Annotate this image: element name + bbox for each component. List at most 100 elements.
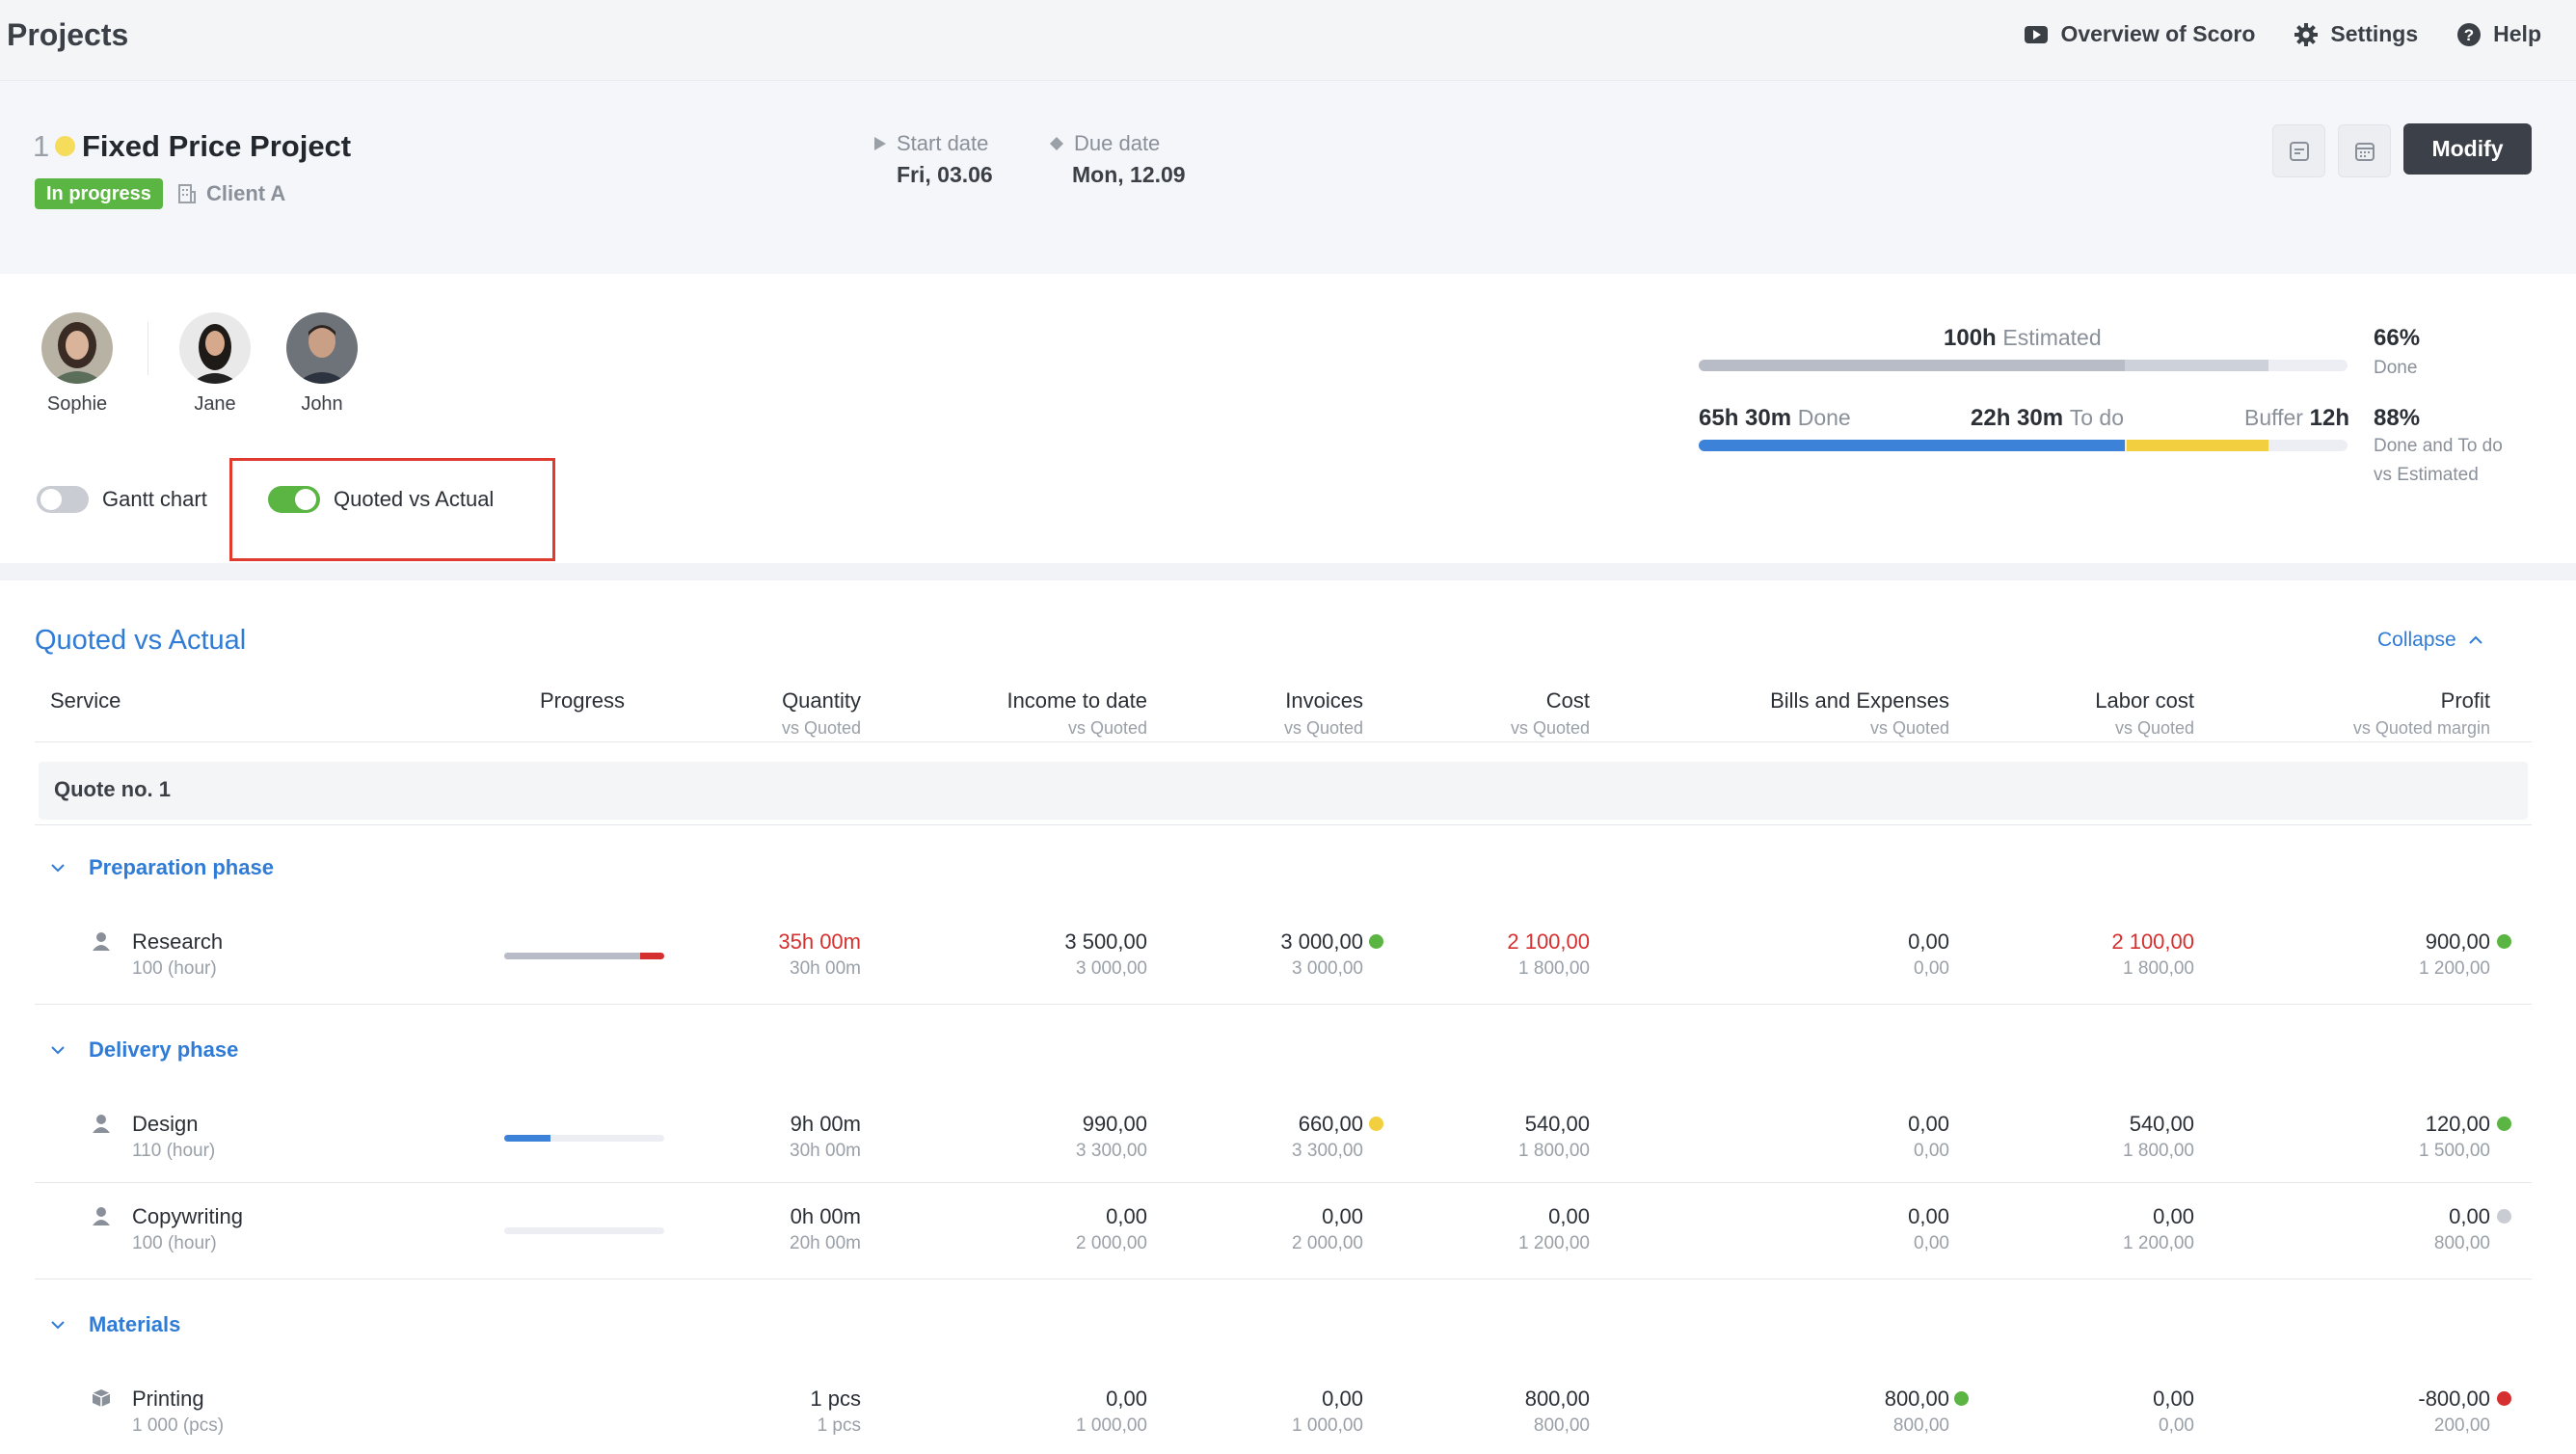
gantt-chart-toggle-row: Gantt chart	[37, 486, 207, 513]
invoices-quoted: 3 300,00	[1292, 1141, 1363, 1161]
todo-hours-label: To do	[2069, 405, 2124, 430]
labor-quoted: 1 200,00	[2123, 1233, 2194, 1253]
calendar-button[interactable]	[2338, 124, 2391, 177]
col-bills: Bills and Expenses	[1770, 688, 1949, 713]
profit-quoted: 800,00	[2433, 1233, 2490, 1253]
income-quoted: 2 000,00	[1076, 1233, 1147, 1253]
svg-text:?: ?	[2464, 26, 2474, 44]
percent-done-todo-label: Done and To do	[2374, 436, 2503, 456]
settings-label: Settings	[2330, 21, 2419, 46]
overview-of-scoro-link[interactable]: Overview of Scoro	[2024, 21, 2255, 47]
bills-quoted: 0,00	[1914, 1233, 1949, 1253]
modify-button[interactable]: Modify	[2403, 123, 2532, 175]
col-invoices-sub: vs Quoted	[1283, 718, 1363, 738]
gantt-chart-toggle[interactable]	[37, 486, 89, 513]
invoices-value: 660,00	[1298, 1112, 1363, 1136]
help-circle-icon: ?	[2456, 22, 2482, 47]
status-dot	[2497, 1209, 2511, 1224]
team-member-john[interactable]: John	[279, 312, 365, 416]
quantity-quoted: 20h 00m	[790, 1233, 861, 1253]
box-icon	[92, 1388, 111, 1408]
person-icon	[92, 1206, 111, 1225]
phase-preparation[interactable]: Preparation phase	[50, 855, 274, 880]
col-service: Service	[50, 688, 121, 713]
quantity-value: 0h 00m	[790, 1204, 861, 1228]
start-date-value: Fri, 03.06	[897, 162, 993, 187]
bills-quoted: 0,00	[1914, 958, 1949, 979]
chevron-down-icon	[50, 863, 66, 873]
due-date[interactable]: Due date Mon, 12.09	[1049, 131, 1186, 188]
phase-name: Preparation phase	[89, 855, 274, 879]
profit-quoted: 1 500,00	[2419, 1141, 2490, 1161]
profit-value: 0,00	[2449, 1204, 2490, 1228]
labor-value: 540,00	[2129, 1112, 2194, 1136]
notes-button[interactable]	[2272, 124, 2325, 177]
quote-group-row[interactable]: Quote no. 1	[39, 762, 2528, 820]
phase-delivery[interactable]: Delivery phase	[50, 1037, 238, 1063]
labor-value: 0,00	[2153, 1204, 2194, 1228]
labor-quoted: 1 800,00	[2123, 1141, 2194, 1161]
col-invoices: Invoices	[1285, 688, 1363, 713]
team-member-name: John	[301, 393, 343, 415]
cost-quoted: 1 800,00	[1518, 958, 1590, 979]
done-hours-label: Done	[1797, 405, 1851, 430]
service-name: Research	[132, 929, 224, 954]
percent-done: 66%	[2374, 325, 2421, 351]
col-profit: Profit	[2440, 688, 2490, 713]
quantity-quoted: 30h 00m	[790, 958, 861, 979]
notes-icon	[2288, 140, 2311, 163]
team-member-jane[interactable]: Jane	[172, 312, 258, 416]
phase-materials[interactable]: Materials	[50, 1312, 180, 1337]
invoices-quoted: 2 000,00	[1292, 1233, 1363, 1253]
quoted-vs-actual-toggle-row: Quoted vs Actual	[268, 486, 494, 513]
page-title: Projects	[7, 17, 129, 52]
project-color-dot	[55, 136, 75, 156]
header-divider	[35, 741, 2532, 742]
cost-value: 540,00	[1524, 1112, 1590, 1136]
start-date[interactable]: Start date Fri, 03.06	[873, 131, 993, 188]
team-member-sophie[interactable]: Sophie	[34, 312, 121, 416]
settings-link[interactable]: Settings	[2294, 21, 2418, 47]
bills-quoted: 0,00	[1914, 1141, 1949, 1161]
invoices-value: 3 000,00	[1280, 929, 1363, 954]
income-value: 0,00	[1106, 1387, 1147, 1411]
profit-quoted: 1 200,00	[2419, 958, 2490, 979]
income-quoted: 3 000,00	[1076, 958, 1147, 979]
quoted-vs-actual-toggle[interactable]	[268, 486, 320, 513]
invoices-quoted: 1 000,00	[1292, 1415, 1363, 1436]
quantity-quoted: 1 pcs	[817, 1415, 861, 1436]
done-todo-bar	[1699, 440, 2348, 451]
avatar	[41, 312, 113, 384]
chevron-down-icon	[50, 1320, 66, 1330]
labor-value: 0,00	[2153, 1387, 2194, 1411]
col-profit-sub: vs Quoted margin	[2352, 718, 2490, 738]
todo-hours: 22h 30m To do	[1971, 405, 2124, 432]
bills-quoted: 800,00	[1892, 1415, 1949, 1436]
status-dot	[2497, 1117, 2511, 1131]
overview-of-scoro-label: Overview of Scoro	[2060, 21, 2256, 46]
income-quoted: 3 300,00	[1076, 1141, 1147, 1161]
top-actions: Overview of Scoro Settings ? Help	[2024, 21, 2541, 47]
status-badge[interactable]: In progress	[35, 178, 163, 209]
team-member-name: Sophie	[46, 393, 108, 415]
client-link[interactable]: Client A	[177, 181, 285, 206]
project-name: Fixed Price Project	[82, 129, 352, 163]
collapse-link[interactable]: Collapse	[2377, 629, 2483, 652]
top-bar: Projects Overview of Scoro Settings ? He…	[0, 0, 2576, 81]
row-divider	[35, 1004, 2532, 1005]
qva-title: Quoted vs Actual	[35, 625, 247, 656]
profit-value: 900,00	[2425, 929, 2490, 954]
section-divider	[0, 563, 2576, 580]
cost-value: 0,00	[1548, 1204, 1590, 1228]
help-link[interactable]: ? Help	[2456, 21, 2541, 47]
estimated-hours-value: 100h	[1944, 325, 1997, 351]
estimated-hours-label: Estimated	[2002, 325, 2102, 350]
team-and-progress: Sophie Jane John Gantt chart Quoted vs A…	[0, 274, 2576, 563]
gantt-chart-label: Gantt chart	[102, 487, 207, 511]
due-date-value: Mon, 12.09	[1072, 162, 1186, 187]
service-name: Printing	[132, 1387, 204, 1411]
buffer-hours-label: Buffer	[2244, 405, 2303, 430]
profit-quoted: 200,00	[2433, 1415, 2490, 1436]
col-cost-sub: vs Quoted	[1510, 718, 1590, 738]
service-unit: 110 (hour)	[132, 1141, 216, 1161]
